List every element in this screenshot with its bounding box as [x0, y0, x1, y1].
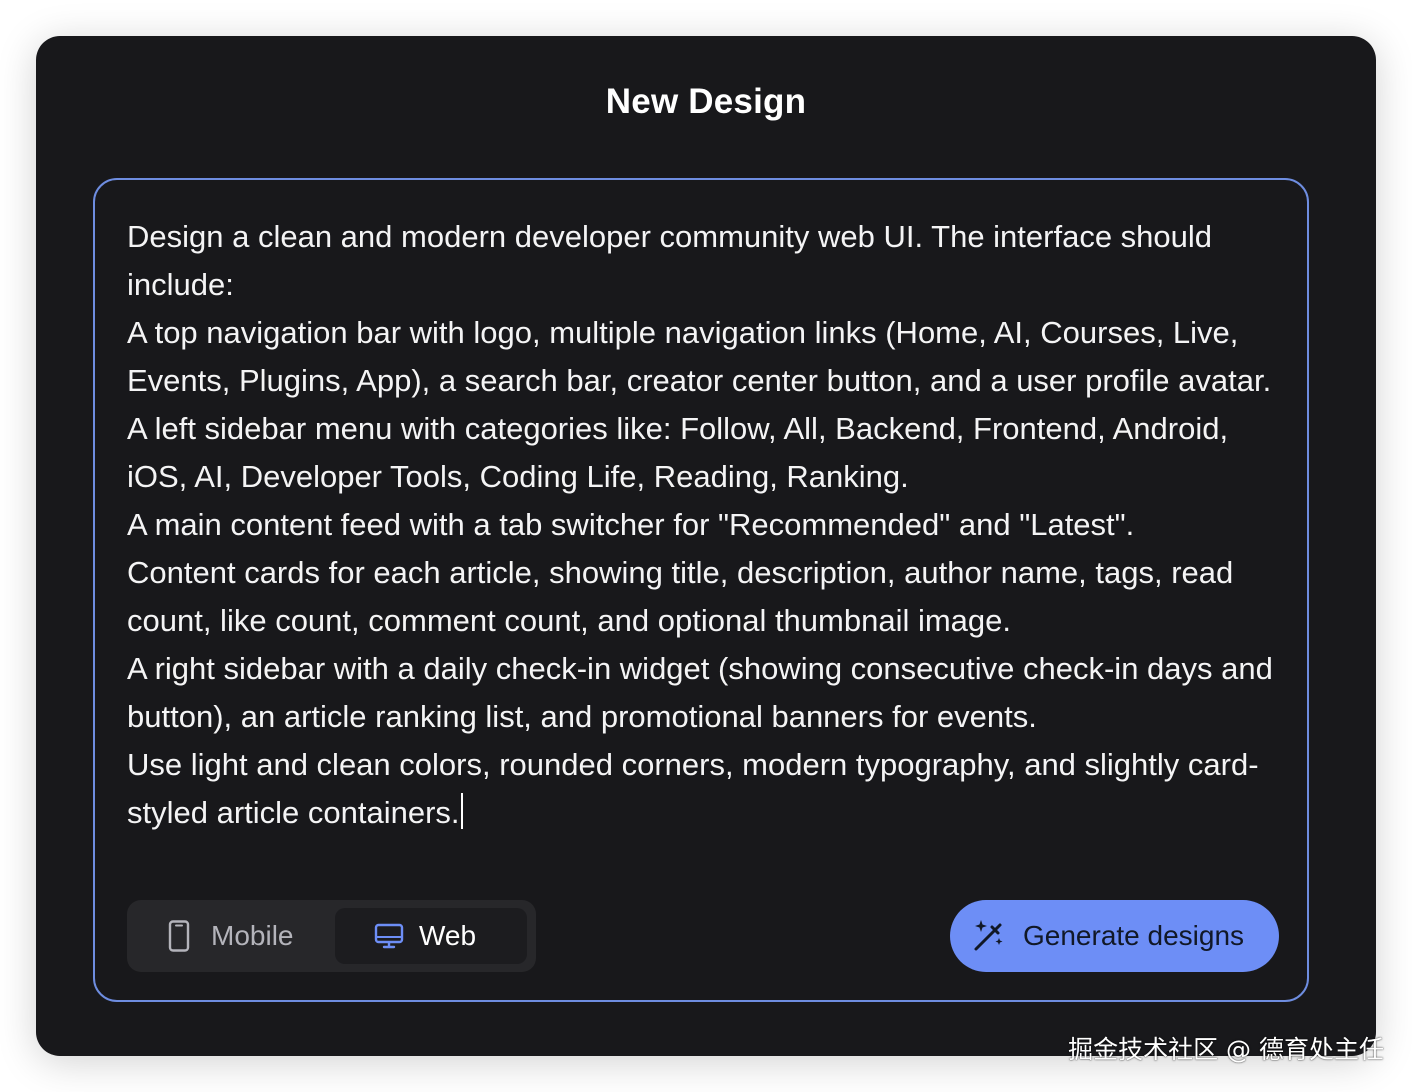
prompt-text[interactable]: Design a clean and modern developer comm…	[127, 213, 1287, 837]
watermark: 掘金技术社区 @ 德育处主任	[1068, 1035, 1384, 1064]
generate-designs-label: Generate designs	[1023, 920, 1245, 951]
toggle-label-mobile: Mobile	[211, 920, 294, 951]
device-toggle: Mobile Web	[127, 900, 536, 972]
mobile-phone-icon	[163, 920, 195, 952]
generate-designs-button[interactable]: Generate designs	[950, 900, 1279, 972]
toggle-option-web[interactable]: Web	[335, 908, 527, 964]
dialog-title: New Design	[605, 82, 807, 121]
text-caret	[460, 793, 463, 829]
toggle-label-web: Web	[419, 920, 477, 951]
magic-wand-icon	[970, 918, 1006, 954]
desktop-monitor-icon	[373, 920, 405, 952]
prompt-text-content: Design a clean and modern developer comm…	[127, 219, 1273, 830]
toggle-option-mobile[interactable]: Mobile	[135, 908, 333, 964]
